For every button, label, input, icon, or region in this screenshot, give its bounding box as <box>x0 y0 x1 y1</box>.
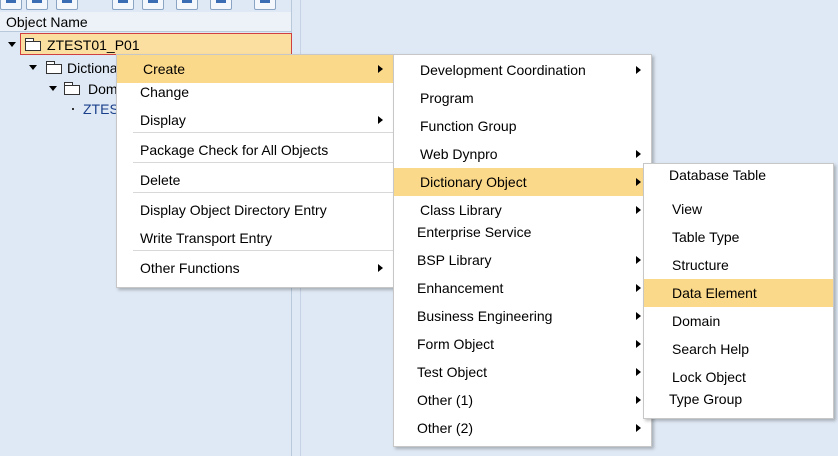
menu-separator <box>133 250 393 251</box>
submenu-arrow-icon <box>378 116 383 124</box>
menu-separator <box>133 192 393 193</box>
menu-item-enhancement[interactable]: Enhancement <box>394 274 651 302</box>
tree-node-label: Dom <box>88 81 118 97</box>
menu-item-label: Development Coordination <box>420 62 586 78</box>
dropdown-icon[interactable] <box>56 0 78 10</box>
menu-item-write-transport-entry[interactable]: Write Transport Entry <box>117 224 393 252</box>
submenu-arrow-icon <box>636 368 641 376</box>
menu-separator <box>133 162 393 163</box>
menu-item-label: Structure <box>672 257 729 273</box>
menu-item-label: Program <box>420 90 474 106</box>
menu-item-label: Other (2) <box>417 420 474 436</box>
expand-arrow-icon[interactable] <box>49 86 57 91</box>
menu-item-label: Display <box>140 112 186 128</box>
menu-item-other-2[interactable]: Other (2) <box>394 414 651 442</box>
menu-item-label: Business Engineering <box>417 308 553 324</box>
menu-item-display-directory-entry[interactable]: Display Object Directory Entry <box>117 196 393 224</box>
menu-item-type-group[interactable]: Type Group <box>644 385 833 413</box>
menu-item-data-element[interactable]: Data Element <box>644 279 833 307</box>
menu-item-label: Dictionary Object <box>420 174 527 190</box>
save-icon[interactable] <box>254 0 276 10</box>
menu-item-function-group[interactable]: Function Group <box>394 112 651 140</box>
open-folder-icon <box>64 82 80 95</box>
menu-item-business-engineering[interactable]: Business Engineering <box>394 302 651 330</box>
forward-icon[interactable] <box>26 0 48 10</box>
menu-item-label: View <box>672 201 703 217</box>
menu-item-test-object[interactable]: Test Object <box>394 358 651 386</box>
menu-separator <box>133 132 393 133</box>
folder-icon <box>46 61 62 74</box>
menu-item-label: Test Object <box>417 364 488 380</box>
submenu-arrow-icon <box>636 312 641 320</box>
menu-item-label: Domain <box>672 313 721 329</box>
menu-item-bsp-library[interactable]: BSP Library <box>394 246 651 274</box>
tree-node-package[interactable]: ZTEST01_P01 <box>8 33 292 55</box>
menu-item-delete[interactable]: Delete <box>117 166 393 194</box>
menu-item-dictionary-object[interactable]: Dictionary Object <box>394 168 651 196</box>
menu-item-label: Display Object Directory Entry <box>140 202 327 218</box>
menu-item-label: Delete <box>140 172 181 188</box>
menu-item-structure[interactable]: Structure <box>644 251 833 279</box>
dictionary-object-submenu: Database Table View Table Type Structure… <box>643 163 834 419</box>
tree-node-label: Dictiona <box>67 60 118 76</box>
menu-item-label: Change <box>140 84 190 100</box>
tree-node-label: ZTEST01_P01 <box>47 37 140 53</box>
menu-item-search-help[interactable]: Search Help <box>644 335 833 363</box>
submenu-arrow-icon <box>636 396 641 404</box>
context-menu: Create Change Display Package Check for … <box>116 54 394 288</box>
menu-item-web-dynpro[interactable]: Web Dynpro <box>394 140 651 168</box>
filter-icon[interactable] <box>112 0 134 10</box>
submenu-arrow-icon <box>378 65 383 73</box>
menu-item-label: Package Check for All Objects <box>140 142 329 158</box>
menu-item-change[interactable]: Change <box>117 78 393 106</box>
menu-item-label: Other Functions <box>140 260 240 276</box>
menu-item-label: Database Table <box>669 167 767 183</box>
menu-item-label: BSP Library <box>417 252 492 268</box>
menu-item-label: Function Group <box>420 118 517 134</box>
submenu-arrow-icon <box>636 284 641 292</box>
expand-arrow-icon[interactable] <box>8 42 16 47</box>
menu-item-display[interactable]: Display <box>117 106 393 134</box>
collapse-icon[interactable] <box>142 0 164 10</box>
menu-item-program[interactable]: Program <box>394 84 651 112</box>
expand-arrow-icon[interactable] <box>29 65 37 70</box>
menu-item-label: Web Dynpro <box>420 146 498 162</box>
menu-item-label: Form Object <box>417 336 495 352</box>
leaf-bullet-icon <box>72 108 74 110</box>
menu-item-other-functions[interactable]: Other Functions <box>117 254 393 282</box>
menu-item-label: Type Group <box>669 391 743 407</box>
submenu-arrow-icon <box>636 66 641 74</box>
menu-item-package-check[interactable]: Package Check for All Objects <box>117 136 393 164</box>
hierarchy-icon[interactable] <box>176 0 198 10</box>
menu-item-label: Search Help <box>672 341 750 357</box>
create-submenu: Development Coordination Program Functio… <box>393 54 652 447</box>
submenu-arrow-icon <box>636 424 641 432</box>
submenu-arrow-icon <box>636 256 641 264</box>
tree-node-label: ZTES <box>83 101 119 117</box>
menu-item-table-type[interactable]: Table Type <box>644 223 833 251</box>
display-icon[interactable] <box>210 0 232 10</box>
menu-item-view[interactable]: View <box>644 195 833 223</box>
menu-item-label: Enhancement <box>417 280 504 296</box>
menu-item-label: Other (1) <box>417 392 474 408</box>
menu-item-label: Enterprise Service <box>417 224 532 240</box>
submenu-arrow-icon <box>636 178 641 186</box>
menu-item-domain[interactable]: Domain <box>644 307 833 335</box>
submenu-arrow-icon <box>636 340 641 348</box>
folder-icon <box>25 38 41 51</box>
back-icon[interactable] <box>0 0 22 10</box>
tree-toolbar <box>0 0 291 12</box>
menu-item-development-coordination[interactable]: Development Coordination <box>394 56 651 84</box>
menu-item-label: Write Transport Entry <box>140 230 273 246</box>
menu-item-enterprise-service[interactable]: Enterprise Service <box>394 218 651 246</box>
submenu-arrow-icon <box>378 264 383 272</box>
menu-item-label: Table Type <box>672 229 740 245</box>
menu-item-other-1[interactable]: Other (1) <box>394 386 651 414</box>
menu-item-label: Data Element <box>672 285 757 301</box>
column-header-object-name[interactable]: Object Name <box>0 12 291 32</box>
menu-item-form-object[interactable]: Form Object <box>394 330 651 358</box>
menu-item-database-table[interactable]: Database Table <box>644 161 833 189</box>
submenu-arrow-icon <box>636 150 641 158</box>
submenu-arrow-icon <box>636 206 641 214</box>
